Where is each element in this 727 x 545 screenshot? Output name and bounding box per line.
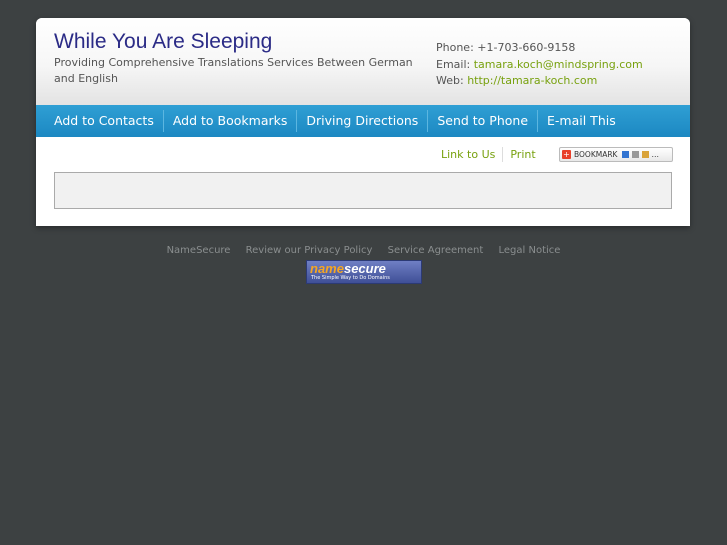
page-card: While You Are Sleeping Providing Compreh… [36, 18, 690, 226]
link-to-us[interactable]: Link to Us [434, 147, 502, 162]
web-line: Web: http://tamara-koch.com [436, 73, 643, 90]
phone-label: Phone: [436, 41, 474, 54]
plus-icon: + [562, 150, 571, 159]
nav-bar: Add to Contacts Add to Bookmarks Driving… [36, 105, 690, 137]
content-box [54, 172, 672, 209]
contact-info: Phone: +1-703-660-9158 Email: tamara.koc… [436, 40, 643, 90]
footer-link-legal-notice[interactable]: Legal Notice [498, 245, 560, 256]
web-link[interactable]: http://tamara-koch.com [467, 74, 597, 87]
email-label: Email: [436, 57, 471, 71]
web-label: Web: [436, 74, 464, 87]
site-header: While You Are Sleeping Providing Compreh… [36, 18, 690, 105]
footer-link-service-agreement[interactable]: Service Agreement [388, 245, 484, 256]
nav-driving-directions[interactable]: Driving Directions [296, 110, 427, 132]
nav-email-this[interactable]: E-mail This [537, 110, 625, 132]
site-tagline: Providing Comprehensive Translations Ser… [54, 56, 413, 85]
utility-links: Link to Us Print [434, 147, 543, 162]
namesecure-logo[interactable]: namesecure The Simple Way to Do Domains [306, 260, 422, 284]
nav-send-to-phone[interactable]: Send to Phone [427, 110, 537, 132]
footer-link-namesecure[interactable]: NameSecure [167, 245, 231, 256]
delicious-icon [622, 151, 630, 158]
site-title: While You Are Sleeping [54, 30, 273, 53]
bookmark-label: BOOKMARK [574, 150, 618, 159]
footer-links: NameSecure Review our Privacy Policy Ser… [0, 245, 727, 256]
logo-tagline: The Simple Way to Do Domains [311, 275, 390, 281]
digg-icon [632, 151, 640, 158]
logo-wordmark: namesecure [310, 261, 386, 276]
phone-value: +1-703-660-9158 [477, 41, 576, 54]
yahoo-icon [642, 151, 650, 158]
email-link[interactable]: tamara.koch@mindspring.com [474, 58, 643, 71]
more-icon: … [651, 150, 659, 159]
bookmark-button[interactable]: + BOOKMARK … [559, 147, 673, 162]
nav-add-to-contacts[interactable]: Add to Contacts [36, 110, 163, 132]
nav-add-to-bookmarks[interactable]: Add to Bookmarks [162, 110, 297, 132]
footer-link-privacy[interactable]: Review our Privacy Policy [246, 245, 373, 256]
email-line: Email: tamara.koch@mindspring.com [436, 57, 643, 74]
print-link[interactable]: Print [502, 147, 542, 162]
phone-line: Phone: +1-703-660-9158 [436, 40, 643, 57]
